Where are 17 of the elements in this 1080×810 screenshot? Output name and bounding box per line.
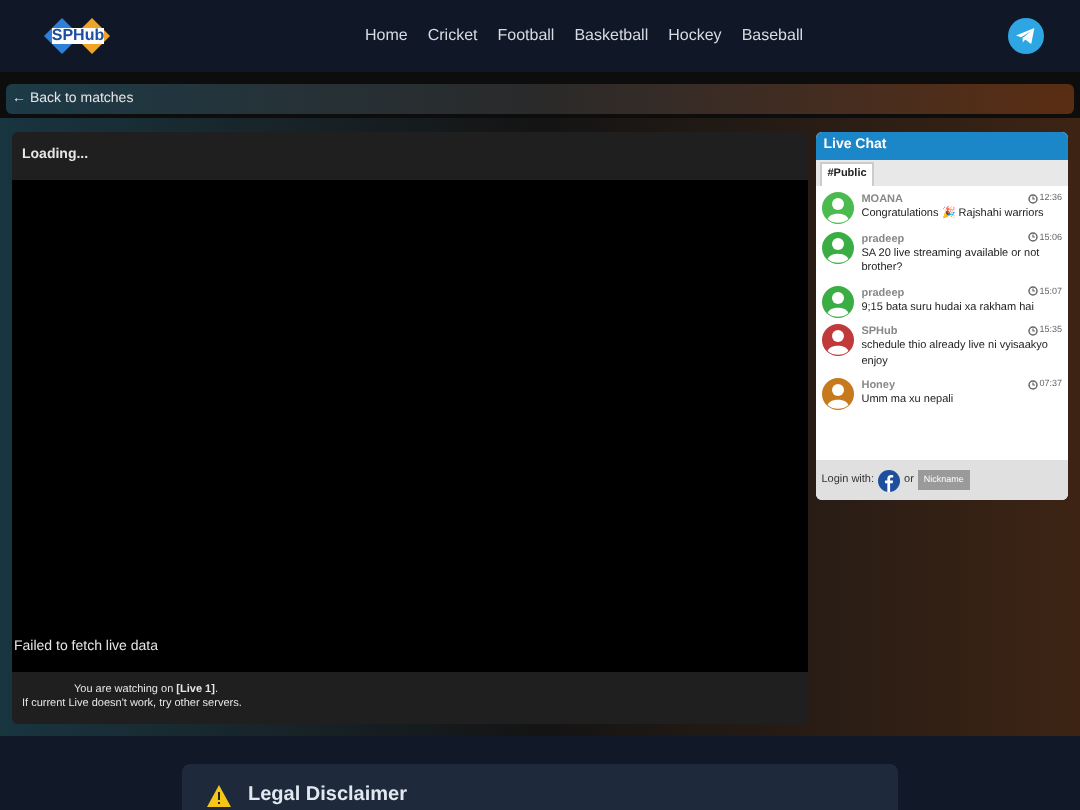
nav-link[interactable]: Cricket [427, 24, 478, 48]
nav-link[interactable]: Basketball [574, 24, 649, 48]
telegram-icon[interactable] [1008, 18, 1044, 54]
disclaimer-title: Legal Disclaimer [248, 784, 407, 806]
clock-icon [1027, 379, 1038, 390]
clock-icon [1027, 232, 1038, 243]
clock-icon [1027, 325, 1038, 336]
nav-link[interactable]: Hockey [668, 24, 722, 48]
logo[interactable]: SPHub [36, 16, 120, 56]
clock-icon [1027, 193, 1038, 204]
nav-link[interactable]: Home [365, 24, 408, 48]
nav-link[interactable]: Football [497, 24, 555, 48]
nav-link[interactable]: Baseball [741, 24, 803, 48]
warning-icon [206, 784, 232, 808]
facebook-icon[interactable] [878, 469, 901, 491]
clock-icon [1027, 286, 1038, 297]
logo-text: SPHub [51, 28, 105, 44]
